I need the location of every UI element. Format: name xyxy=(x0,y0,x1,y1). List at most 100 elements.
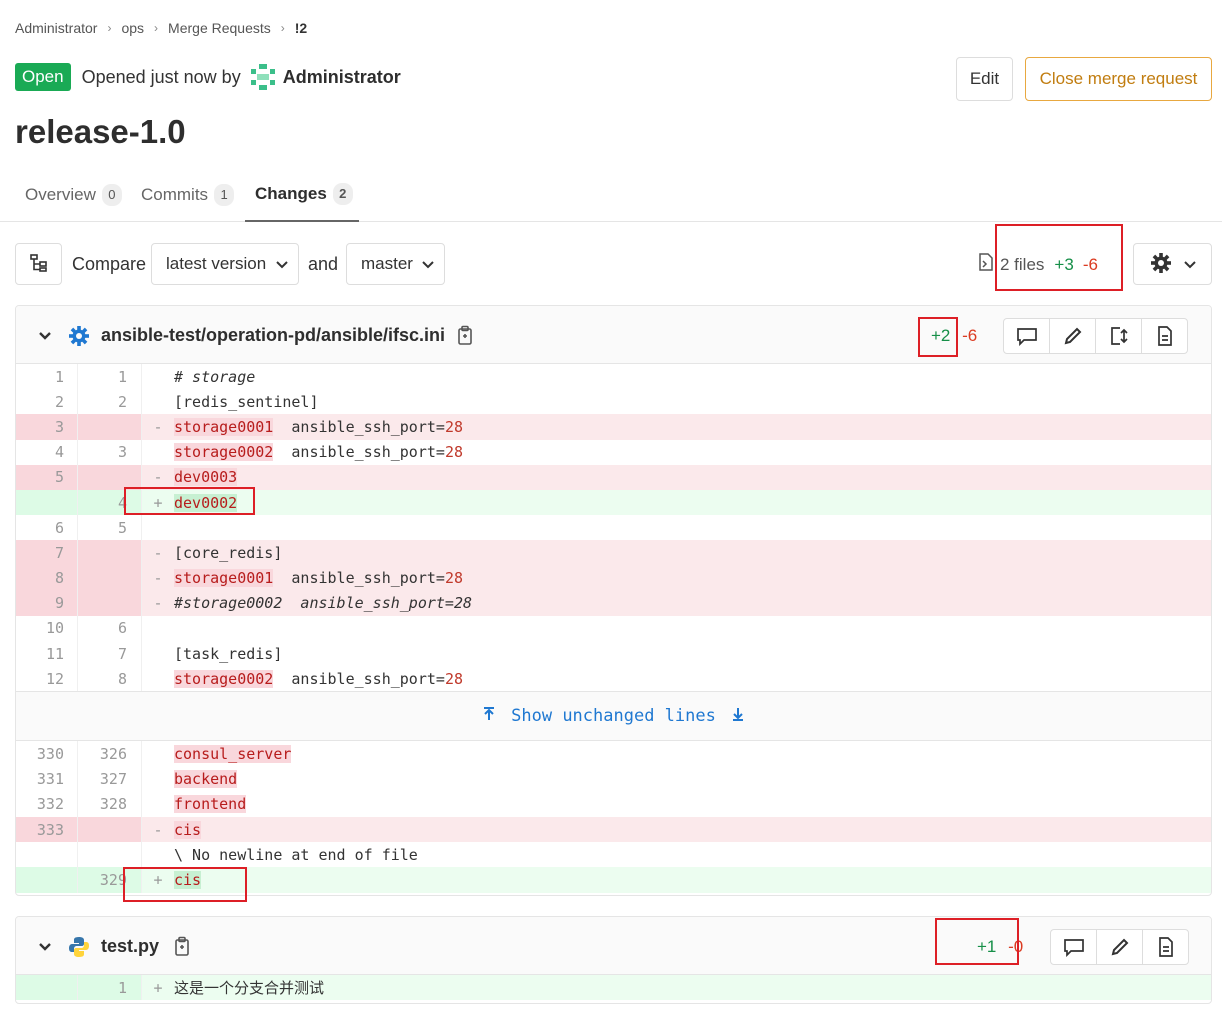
added-count: +3 xyxy=(1054,254,1074,274)
tab-label: Commits xyxy=(141,185,209,204)
line-text: 这是一个分支合并测试 xyxy=(174,979,325,998)
mr-header: Open Opened just now by Administrator xyxy=(15,63,401,91)
opened-text: Opened just now by xyxy=(81,66,241,87)
close-merge-request-button[interactable]: Close merge request xyxy=(1025,57,1212,101)
diff-file: test.py +1 -0 1 + 这是一个分支合并测试 xyxy=(15,916,1212,1004)
file-actions xyxy=(1050,929,1189,965)
diff-line-added: 1 + 这是一个分支合并测试 xyxy=(16,975,1211,1001)
diff-line-removed: 7- [core_redis] xyxy=(16,540,1211,566)
target-branch-value: master xyxy=(361,254,413,273)
expand-file-icon xyxy=(1110,327,1128,345)
pencil-icon xyxy=(1111,938,1128,956)
version-value: latest version xyxy=(166,254,267,273)
comment-icon xyxy=(1016,328,1037,346)
chevron-right-icon: › xyxy=(107,21,112,35)
breadcrumb-ops[interactable]: ops xyxy=(121,20,144,36)
gear-icon xyxy=(1150,252,1172,277)
diff-file-header: ansible-test/operation-pd/ansible/ifsc.i… xyxy=(16,306,1211,364)
breadcrumb-merge-requests[interactable]: Merge Requests xyxy=(168,20,271,36)
pencil-icon xyxy=(1064,327,1081,345)
tab-count: 1 xyxy=(214,184,235,206)
diff-line: 330 326 consul_server xyxy=(16,741,1211,767)
diff-lines: 1 1 # storage 2 2 [redis_sentinel] 3- storage… xyxy=(16,364,1211,893)
file-icon xyxy=(1158,937,1173,957)
diff-line-added: 329 + cis xyxy=(16,867,1211,893)
file-path[interactable]: test.py xyxy=(101,936,159,957)
avatar[interactable] xyxy=(249,63,277,91)
author-link[interactable]: Administrator xyxy=(283,67,401,88)
file-diff-stats: +2 -6 xyxy=(931,326,977,346)
tab-label: Changes xyxy=(255,184,327,203)
chevron-down-icon[interactable] xyxy=(38,939,52,955)
comment-button[interactable] xyxy=(1003,318,1050,354)
chevron-down-icon xyxy=(276,254,288,274)
diff-line: 1 1 # storage xyxy=(16,364,1211,390)
breadcrumb-administrator[interactable]: Administrator xyxy=(15,20,97,36)
diff-file-header: test.py +1 -0 xyxy=(16,917,1211,975)
diff-line-added: 4 + dev0002 xyxy=(16,489,1211,516)
diff-line: 332 328 frontend xyxy=(16,791,1211,817)
diff-line-meta: \ No newline at end of file xyxy=(16,842,1211,868)
and-label: and xyxy=(308,254,339,274)
show-unchanged-label: Show unchanged lines xyxy=(511,706,716,727)
tab-commits[interactable]: Commits 1 xyxy=(131,168,244,222)
python-icon xyxy=(68,936,90,961)
file-removed-count: -6 xyxy=(962,326,978,345)
tab-count: 2 xyxy=(332,183,353,205)
tab-label: Overview xyxy=(25,185,96,204)
edit-button[interactable]: Edit xyxy=(956,57,1013,101)
comment-icon xyxy=(1063,939,1084,957)
diff-line-removed: 3- storage0001 ansible_ssh_port=28 xyxy=(16,414,1211,440)
edit-file-button[interactable] xyxy=(1049,318,1096,354)
diff-settings-button[interactable] xyxy=(1133,243,1212,285)
chevron-right-icon: › xyxy=(154,21,159,35)
copy-icon[interactable] xyxy=(457,325,473,348)
file-actions xyxy=(1003,318,1188,354)
show-unchanged-lines-button[interactable]: Show unchanged lines xyxy=(16,691,1211,742)
breadcrumb-mr-id[interactable]: !2 xyxy=(295,20,307,36)
removed-count: -6 xyxy=(1082,254,1098,274)
chevron-down-icon xyxy=(422,254,434,274)
file-diff-icon xyxy=(978,253,994,276)
diff-line: 10 6 xyxy=(16,615,1211,642)
expand-down-icon xyxy=(732,706,744,727)
copy-icon[interactable] xyxy=(174,936,190,959)
diff-line: 11 7 [task_redis] xyxy=(16,641,1211,667)
settings-file-icon xyxy=(68,325,90,350)
expand-up-icon xyxy=(483,706,495,727)
tab-changes[interactable]: Changes 2 xyxy=(245,168,359,222)
diff-line-removed: 8- storage0001 ansible_ssh_port=28 xyxy=(16,565,1211,591)
files-count: 2 files xyxy=(1000,254,1045,274)
status-badge: Open xyxy=(15,63,71,91)
tab-count: 0 xyxy=(101,184,122,206)
chevron-down-icon xyxy=(1183,256,1196,272)
diff-line-removed: 9- #storage0002 ansible_ssh_port=28 xyxy=(16,590,1211,616)
diff-line: 4 3 storage0002 ansible_ssh_port=28 xyxy=(16,439,1211,465)
file-icon xyxy=(1157,326,1172,346)
diff-line-removed: 5- dev0003 xyxy=(16,464,1211,490)
file-removed-count: -0 xyxy=(1008,937,1024,956)
version-dropdown[interactable]: latest version xyxy=(151,243,299,285)
file-tree-icon xyxy=(29,253,49,276)
diff-line: 331 327 backend xyxy=(16,766,1211,792)
mr-tabs: Overview 0 Commits 1 Changes 2 xyxy=(0,168,1222,222)
file-path[interactable]: ansible-test/operation-pd/ansible/ifsc.i… xyxy=(101,325,445,346)
file-added-count: +1 xyxy=(977,937,997,956)
file-diff-stats: +1 -0 xyxy=(977,937,1023,957)
expand-file-button[interactable] xyxy=(1095,318,1142,354)
view-file-button[interactable] xyxy=(1142,929,1189,965)
view-file-button[interactable] xyxy=(1141,318,1188,354)
file-tree-toggle-button[interactable] xyxy=(15,243,62,285)
breadcrumb: Administrator › ops › Merge Requests › !… xyxy=(15,18,307,38)
diff-line: 2 2 [redis_sentinel] xyxy=(16,389,1211,415)
compare-label: Compare xyxy=(72,254,147,274)
chevron-right-icon: › xyxy=(280,21,285,35)
edit-file-button[interactable] xyxy=(1096,929,1143,965)
tab-overview[interactable]: Overview 0 xyxy=(15,168,132,222)
comment-button[interactable] xyxy=(1050,929,1097,965)
chevron-down-icon[interactable] xyxy=(38,328,52,344)
diff-lines: 1 + 这是一个分支合并测试 xyxy=(16,975,1211,1001)
target-branch-dropdown[interactable]: master xyxy=(346,243,445,285)
page-title: release-1.0 xyxy=(15,113,186,150)
file-added-count: +2 xyxy=(931,326,951,345)
